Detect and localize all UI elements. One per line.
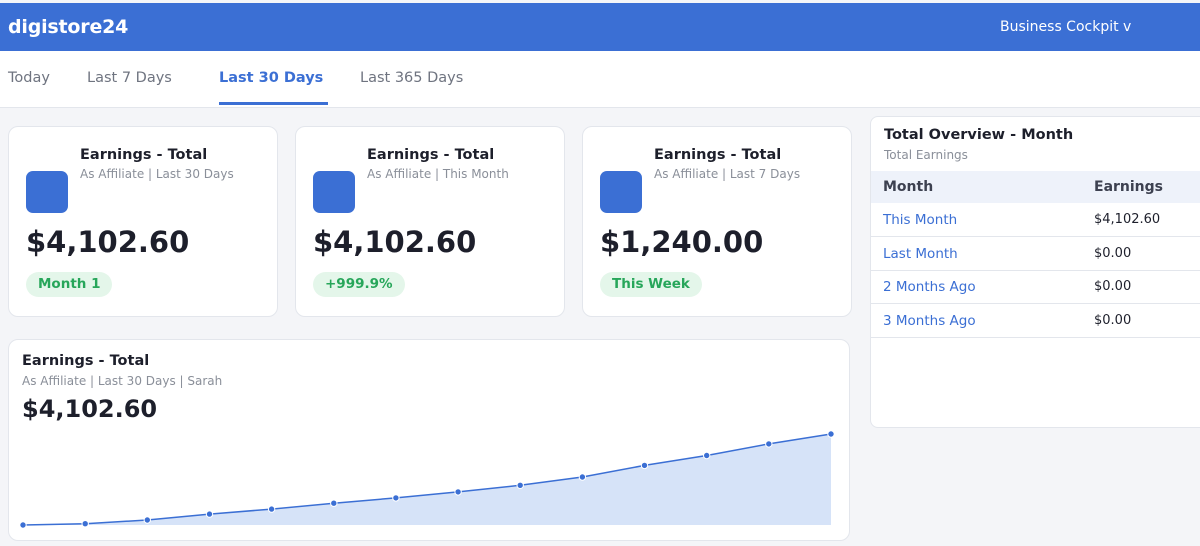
earnings-value: $4,102.60: [1094, 212, 1161, 227]
chart-point-5: [267, 505, 276, 513]
chart-point-3: [143, 516, 152, 524]
kpi-title: Earnings - Total: [654, 147, 782, 163]
month-link[interactable]: This Month: [883, 212, 957, 228]
chart-total-value: $4,102.60: [22, 395, 158, 423]
chart-point-11: [640, 461, 649, 470]
month-link[interactable]: 3 Months Ago: [883, 313, 976, 329]
tab-last-365-days[interactable]: Last 365 Days: [360, 70, 463, 86]
tab-today[interactable]: Today: [8, 70, 50, 86]
chart-point-1: [19, 521, 27, 529]
kpi-card-last-30-days[interactable]: Earnings - Total As Affiliate | Last 30 …: [8, 126, 278, 317]
chart-point-10: [578, 473, 587, 481]
earnings-chart-card: Earnings - Total As Affiliate | Last 30 …: [8, 339, 850, 541]
kpi-title: Earnings - Total: [367, 147, 495, 163]
overview-title: Total Overview - Month: [884, 127, 1074, 143]
chart-point-12: [703, 451, 711, 460]
earnings-icon: [313, 171, 355, 213]
tab-last-30-days[interactable]: Last 30 Days: [219, 70, 323, 86]
earnings-value: $0.00: [1094, 313, 1132, 328]
kpi-badge: This Week: [600, 272, 702, 297]
table-row[interactable]: 2 Months Ago $0.00: [871, 270, 1200, 304]
column-header-earnings: Earnings: [1094, 179, 1164, 195]
total-overview-panel: Total Overview - Month Total Earnings Mo…: [870, 116, 1200, 428]
earnings-value: $0.00: [1094, 279, 1132, 294]
period-tabs: Today Last 7 Days Last 30 Days Last 365 …: [0, 51, 1200, 108]
month-link[interactable]: 2 Months Ago: [883, 279, 976, 295]
chart-point-7: [392, 494, 400, 502]
app-logo[interactable]: digistore24: [8, 16, 128, 38]
kpi-subtitle: As Affiliate | Last 7 Days: [654, 167, 801, 181]
chart-point-14: [827, 430, 835, 438]
chart-point-9: [516, 481, 524, 490]
top-bar: digistore24 Business Cockpit v: [0, 3, 1200, 51]
overview-subtitle: Total Earnings: [884, 148, 968, 162]
kpi-value: $1,240.00: [600, 225, 764, 259]
kpi-card-this-month[interactable]: Earnings - Total As Affiliate | This Mon…: [295, 126, 565, 317]
kpi-card-last-7-days[interactable]: Earnings - Total As Affiliate | Last 7 D…: [582, 126, 852, 317]
chart-point-4: [205, 510, 214, 518]
chart-point-2: [81, 520, 89, 528]
month-link[interactable]: Last Month: [883, 246, 958, 262]
tab-last-7-days[interactable]: Last 7 Days: [87, 70, 172, 86]
table-row[interactable]: Last Month $0.00: [871, 237, 1200, 271]
earnings-area-chart: [19, 430, 835, 529]
table-row[interactable]: 3 Months Ago $0.00: [871, 304, 1200, 338]
kpi-badge: Month 1: [26, 272, 113, 297]
chart-title: Earnings - Total: [22, 353, 150, 369]
business-cockpit-dropdown[interactable]: Business Cockpit v: [1000, 19, 1131, 35]
kpi-subtitle: As Affiliate | This Month: [367, 167, 509, 181]
kpi-title: Earnings - Total: [80, 147, 208, 163]
kpi-value: $4,102.60: [313, 225, 477, 259]
table-row[interactable]: This Month $4,102.60: [871, 203, 1200, 237]
earnings-value: $0.00: [1094, 246, 1132, 261]
earnings-icon: [26, 171, 68, 213]
kpi-badge: +999.9%: [313, 272, 405, 297]
chart-subtitle: As Affiliate | Last 30 Days | Sarah: [22, 374, 223, 388]
column-header-month: Month: [883, 179, 934, 195]
chart-point-13: [765, 440, 773, 448]
earnings-icon: [600, 171, 642, 213]
chart-point-8: [454, 488, 462, 496]
chart-area-fill: [23, 434, 831, 525]
kpi-subtitle: As Affiliate | Last 30 Days: [80, 167, 234, 181]
active-tab-indicator: [219, 102, 328, 105]
kpi-value: $4,102.60: [26, 225, 190, 259]
chart-point-6: [330, 499, 338, 507]
